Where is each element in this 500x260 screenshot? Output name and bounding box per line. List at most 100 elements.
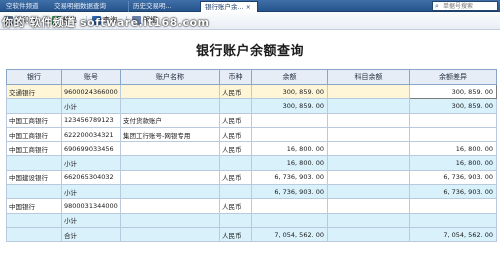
cell-balance-diff[interactable]: 300, 859. 00 xyxy=(409,98,497,114)
cell-balance-diff[interactable]: 6, 736, 903. 00 xyxy=(409,169,497,186)
subtotal-row[interactable]: 小计 6, 736, 903. 00 6, 736, 903. 00 xyxy=(6,184,497,200)
cell-account-name[interactable] xyxy=(120,226,220,243)
total-row[interactable]: 合计 人民币 7, 054, 562. 00 7, 054, 562. 00 xyxy=(6,226,497,243)
tab-bank-account-balance[interactable]: 银行账户余... × xyxy=(200,1,258,12)
table-row[interactable]: 交通银行 9600024366000 人民币 300, 859. 00 300,… xyxy=(6,83,497,100)
table-row[interactable]: 中国工商银行 690699033456 人民币 16, 800. 00 16, … xyxy=(6,141,497,157)
cell-bank[interactable] xyxy=(6,226,62,243)
cell-balance[interactable]: 300, 859. 00 xyxy=(251,98,328,114)
cell-currency[interactable] xyxy=(219,184,252,200)
cell-subject-balance[interactable] xyxy=(327,141,410,157)
cell-currency[interactable] xyxy=(219,98,252,114)
cell-subject-balance[interactable] xyxy=(327,198,410,214)
table-row[interactable]: 中国银行 9800031344000 人民币 xyxy=(6,198,497,214)
cell-balance[interactable] xyxy=(251,212,328,228)
cell-bank[interactable]: 中国工商银行 xyxy=(6,126,62,143)
cell-account-name[interactable] xyxy=(120,184,220,200)
column-header-account-name[interactable]: 账户名称 xyxy=(120,69,220,85)
tab-history-transaction[interactable]: 历史交易明... xyxy=(128,1,196,12)
cell-subject-balance[interactable] xyxy=(327,126,410,143)
cell-account[interactable]: 9600024366000 xyxy=(61,83,121,100)
column-header-subject-balance[interactable]: 科目余额 xyxy=(327,69,410,85)
cell-balance[interactable]: 7, 054, 562. 00 xyxy=(251,226,328,243)
subtotal-row[interactable]: 小计 300, 859. 00 300, 859. 00 xyxy=(6,98,497,114)
close-icon[interactable]: × xyxy=(246,4,251,11)
cell-bank[interactable] xyxy=(6,98,62,114)
cell-bank[interactable] xyxy=(6,184,62,200)
column-header-currency[interactable]: 币种 xyxy=(219,69,252,85)
cell-account[interactable]: 小计 xyxy=(61,98,121,114)
table-row[interactable]: 中国工商银行 123456789123 支付货款账户 人民币 xyxy=(6,112,497,128)
subtotal-row[interactable]: 小计 16, 800. 00 16, 800. 00 xyxy=(6,155,497,171)
cell-account[interactable]: 123456789123 xyxy=(61,112,121,128)
cell-account-name[interactable] xyxy=(120,155,220,171)
tab-software-channel[interactable]: 空软件频道 xyxy=(2,1,44,12)
column-header-balance-diff[interactable]: 余额差异 xyxy=(409,69,497,85)
search-input[interactable] xyxy=(443,2,497,10)
cell-currency[interactable]: 人民币 xyxy=(219,126,252,143)
cell-account-name[interactable] xyxy=(120,141,220,157)
cell-balance-diff[interactable]: 16, 800. 00 xyxy=(409,141,497,157)
cell-balance[interactable] xyxy=(251,112,328,128)
table-row[interactable]: 中国建设银行 662065304032 人民币 6, 736, 903. 00 … xyxy=(6,169,497,186)
cell-account-name[interactable] xyxy=(120,198,220,214)
cell-account[interactable]: 9800031344000 xyxy=(61,198,121,214)
cell-balance-diff[interactable]: 300, 859. 00 xyxy=(409,83,497,100)
cell-balance-diff[interactable] xyxy=(409,126,497,143)
cell-account-name[interactable]: 集团工行账号-网银专用 xyxy=(120,126,220,143)
cell-balance[interactable] xyxy=(251,198,328,214)
cell-balance-diff[interactable]: 6, 736, 903. 00 xyxy=(409,184,497,200)
column-header-balance[interactable]: 余额 xyxy=(251,69,328,85)
cell-bank[interactable]: 中国工商银行 xyxy=(6,141,62,157)
tab-transaction-detail-query[interactable]: 交易明细数据查询 xyxy=(50,1,122,12)
cell-account-name[interactable]: 支付货款账户 xyxy=(120,112,220,128)
cell-subject-balance[interactable] xyxy=(327,83,410,100)
cell-bank[interactable]: 交通银行 xyxy=(6,83,62,100)
cell-subject-balance[interactable] xyxy=(327,169,410,186)
cell-balance-diff[interactable] xyxy=(409,112,497,128)
cell-bank[interactable]: 中国建设银行 xyxy=(6,169,62,186)
cell-account[interactable]: 合计 xyxy=(61,226,121,243)
cell-balance-diff[interactable]: 16, 800. 00 xyxy=(409,155,497,171)
cell-subject-balance[interactable] xyxy=(327,212,410,228)
cell-subject-balance[interactable] xyxy=(327,184,410,200)
cell-account[interactable]: 小计 xyxy=(61,184,121,200)
cell-balance[interactable]: 300, 859. 00 xyxy=(251,83,328,100)
cell-subject-balance[interactable] xyxy=(327,112,410,128)
cell-currency[interactable]: 人民币 xyxy=(219,198,252,214)
cell-account[interactable]: 小计 xyxy=(61,212,121,228)
subtotal-row[interactable]: 小计 xyxy=(6,212,497,228)
cell-currency[interactable] xyxy=(219,212,252,228)
cell-currency[interactable]: 人民币 xyxy=(219,169,252,186)
cell-account[interactable]: 小计 xyxy=(61,155,121,171)
cell-account[interactable]: 662065304032 xyxy=(61,169,121,186)
table-row[interactable]: 中国工商银行 622200034321 集团工行账号-网银专用 人民币 xyxy=(6,126,497,143)
column-header-account[interactable]: 账号 xyxy=(61,69,121,85)
cell-subject-balance[interactable] xyxy=(327,155,410,171)
cell-subject-balance[interactable] xyxy=(327,226,410,243)
cell-balance[interactable]: 16, 800. 00 xyxy=(251,141,328,157)
cell-bank[interactable]: 中国银行 xyxy=(6,198,62,214)
cell-balance[interactable]: 6, 736, 903. 00 xyxy=(251,169,328,186)
cell-currency[interactable]: 人民币 xyxy=(219,226,252,243)
cell-account[interactable]: 622200034321 xyxy=(61,126,121,143)
cell-account-name[interactable] xyxy=(120,98,220,114)
column-header-bank[interactable]: 银行 xyxy=(6,69,62,85)
cell-account-name[interactable] xyxy=(120,169,220,186)
cell-bank[interactable] xyxy=(6,155,62,171)
cell-currency[interactable] xyxy=(219,155,252,171)
cell-currency[interactable]: 人民币 xyxy=(219,112,252,128)
cell-bank[interactable] xyxy=(6,212,62,228)
cell-balance-diff[interactable] xyxy=(409,198,497,214)
search-icon[interactable]: ⌕ xyxy=(435,2,439,11)
cell-subject-balance[interactable] xyxy=(327,98,410,114)
cell-balance[interactable] xyxy=(251,126,328,143)
cell-account[interactable]: 690699033456 xyxy=(61,141,121,157)
cell-bank[interactable]: 中国工商银行 xyxy=(6,112,62,128)
cell-balance[interactable]: 6, 736, 903. 00 xyxy=(251,184,328,200)
cell-account-name[interactable] xyxy=(120,83,220,100)
cell-currency[interactable]: 人民币 xyxy=(219,141,252,157)
cell-account-name[interactable] xyxy=(120,212,220,228)
cell-balance-diff[interactable]: 7, 054, 562. 00 xyxy=(409,226,497,243)
cell-balance[interactable]: 16, 800. 00 xyxy=(251,155,328,171)
